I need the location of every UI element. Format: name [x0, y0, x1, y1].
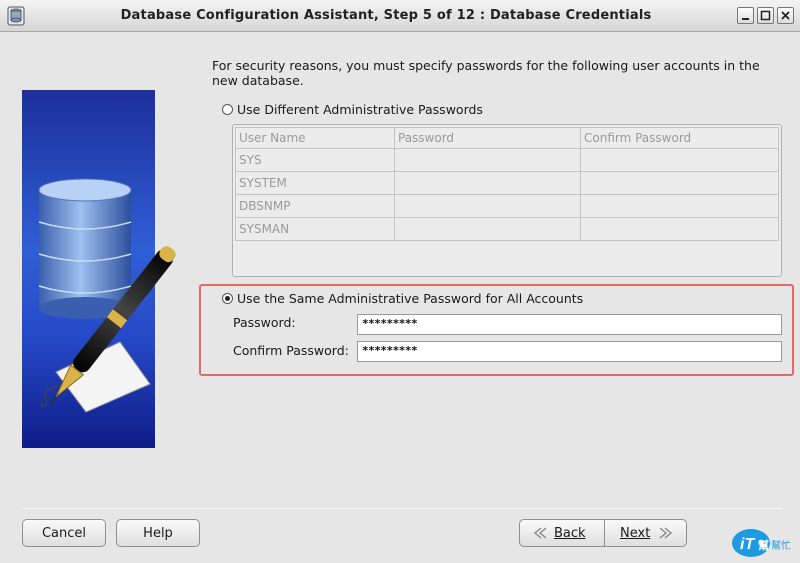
cancel-label: Cancel [41, 525, 87, 541]
maximize-button[interactable] [757, 7, 774, 24]
illustration-panel [22, 90, 176, 448]
database-pen-illustration [38, 178, 176, 413]
minimize-icon [742, 18, 749, 20]
cell-user-name: SYSMAN [235, 217, 395, 241]
confirm-password-input[interactable]: ********* [357, 341, 782, 362]
cell-confirm-password[interactable] [580, 194, 779, 218]
radio-button-selected[interactable] [222, 293, 233, 304]
radio-different-passwords[interactable]: Use Different Administrative Passwords [222, 102, 483, 117]
cell-user-name: DBSNMP [235, 194, 395, 218]
chevron-left-icon [533, 527, 547, 539]
cell-password[interactable] [394, 171, 581, 195]
password-input[interactable]: ********* [357, 314, 782, 335]
radio-button[interactable] [222, 104, 233, 115]
next-label: Next [620, 525, 651, 541]
cell-password[interactable] [394, 148, 581, 172]
title-bar[interactable]: Database Configuration Assistant, Step 5… [0, 0, 800, 32]
nav-divider [604, 520, 605, 546]
help-button[interactable]: Help [116, 519, 200, 547]
maximize-icon [760, 10, 771, 21]
back-button[interactable]: Back [532, 520, 586, 546]
next-button[interactable]: Next [620, 520, 674, 546]
logo-suffix: 幫 [758, 538, 769, 552]
cell-confirm-password[interactable] [580, 171, 779, 195]
cell-user-name: SYSTEM [235, 171, 395, 195]
cell-confirm-password[interactable] [580, 217, 779, 241]
cell-password[interactable] [394, 194, 581, 218]
table-row: SYSMAN [235, 217, 779, 241]
password-label: Password: [233, 315, 296, 330]
confirm-password-label: Confirm Password: [233, 343, 349, 358]
column-header-user-name: User Name [235, 127, 395, 149]
table-row: SYSTEM [235, 171, 779, 195]
radio-different-label: Use Different Administrative Passwords [237, 102, 483, 117]
close-button[interactable] [777, 7, 794, 24]
user-password-table: User Name Password Confirm Password SYS … [232, 124, 782, 277]
chevron-right-icon [659, 527, 673, 539]
cancel-button[interactable]: Cancel [22, 519, 106, 547]
column-header-confirm-password: Confirm Password [580, 127, 779, 149]
cell-confirm-password[interactable] [580, 148, 779, 172]
cell-password[interactable] [394, 217, 581, 241]
intro-text: For security reasons, you must specify p… [212, 58, 760, 88]
window-title: Database Configuration Assistant, Step 5… [120, 8, 652, 23]
back-label: Back [554, 525, 586, 541]
logo-tagline: 幫忙 [771, 539, 791, 552]
separator [22, 508, 782, 509]
logo-brand: iT [740, 536, 755, 553]
radio-same-label: Use the Same Administrative Password for… [237, 291, 584, 306]
column-header-password: Password [394, 127, 581, 149]
cell-user-name: SYS [235, 148, 395, 172]
navigation-buttons: Back Next [519, 519, 687, 547]
watermark-logo: iT 幫 幫忙 [731, 527, 797, 559]
close-icon [781, 11, 790, 20]
ithome-logo-icon: iT 幫 幫忙 [732, 529, 791, 557]
table-row: DBSNMP [235, 194, 779, 218]
minimize-button[interactable] [737, 7, 754, 24]
help-label: Help [143, 525, 173, 541]
radio-same-password[interactable]: Use the Same Administrative Password for… [222, 291, 583, 306]
table-row: SYS [235, 148, 779, 172]
